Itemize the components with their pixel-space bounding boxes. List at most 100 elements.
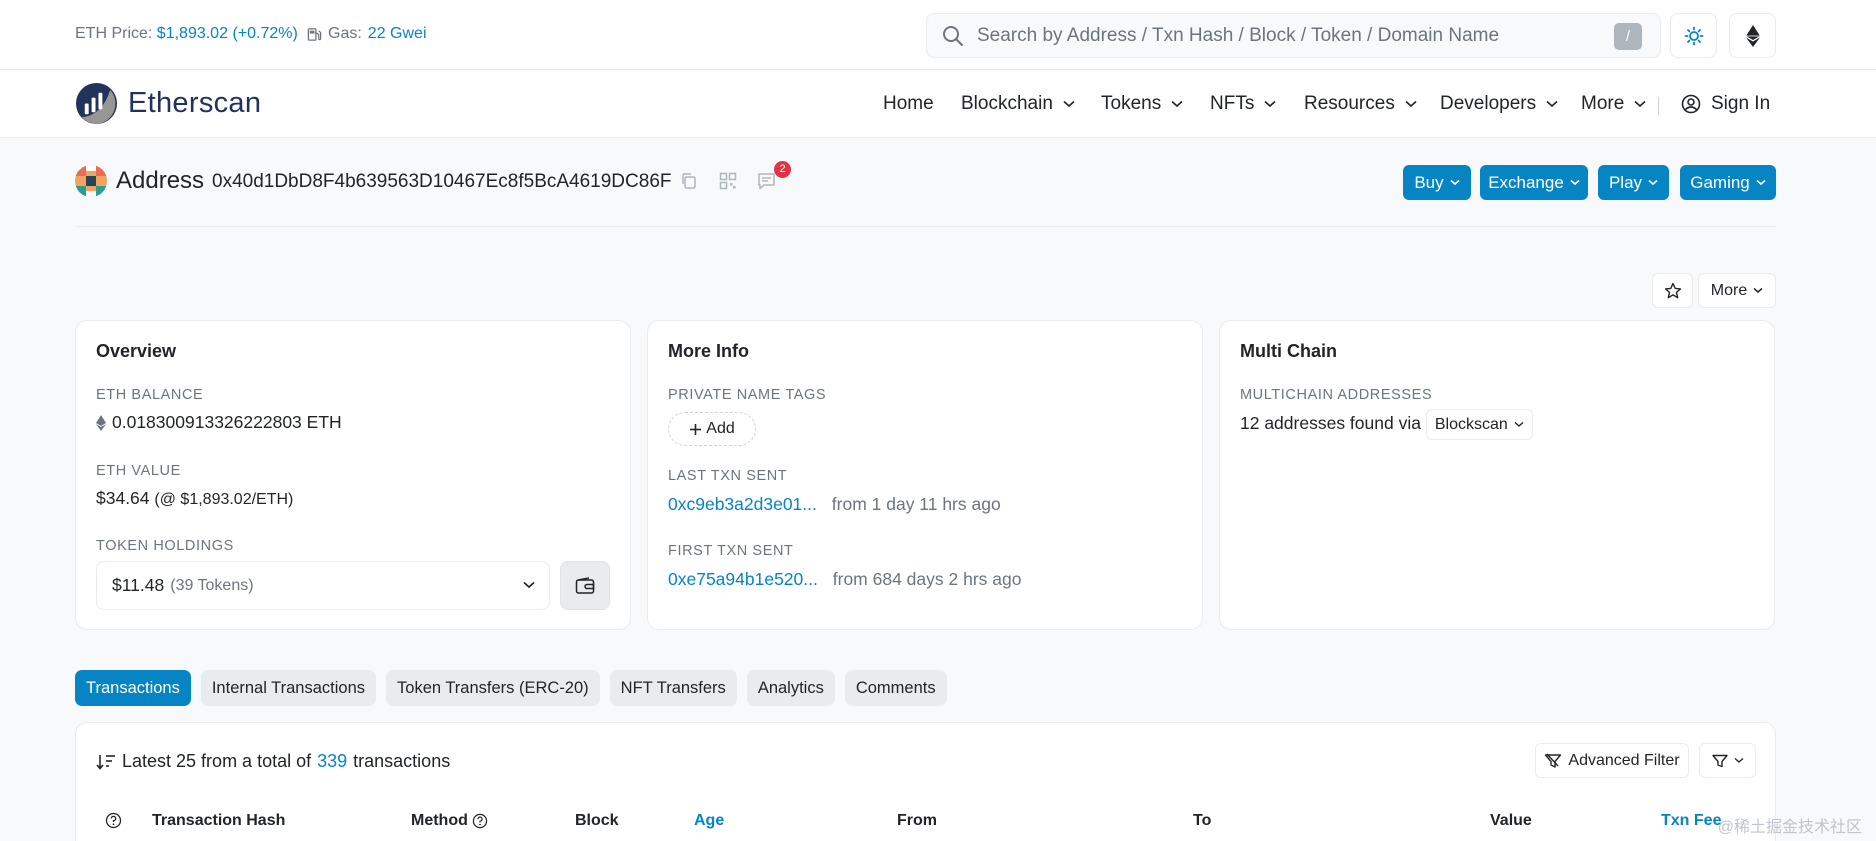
nav-nfts[interactable]: NFTs — [1210, 93, 1276, 115]
column-txn-fee-toggle[interactable]: Txn Fee — [1661, 812, 1721, 830]
search-input[interactable]: Search by Address / Txn Hash / Block / T… — [977, 25, 1499, 47]
header-divider — [75, 226, 1776, 227]
gas-pump-icon — [307, 27, 322, 41]
nav-tokens[interactable]: Tokens — [1101, 93, 1183, 115]
search-box[interactable]: Search by Address / Txn Hash / Block / T… — [926, 13, 1661, 58]
eth-price-value[interactable]: $1,893.02 — [157, 25, 228, 42]
buy-button[interactable]: Buy — [1403, 165, 1471, 200]
tab-analytics[interactable]: Analytics — [746, 670, 835, 706]
etherscan-logo[interactable]: Etherscan — [75, 82, 261, 125]
column-value: Value — [1490, 812, 1532, 829]
chevron-down-icon — [523, 581, 535, 589]
gas-label: Gas: — [328, 25, 362, 42]
theme-toggle-button[interactable] — [1670, 13, 1717, 58]
help-icon[interactable] — [105, 812, 122, 829]
advanced-filter-label: Advanced Filter — [1568, 751, 1680, 769]
sort-descending-icon — [96, 754, 115, 770]
tab-transactions[interactable]: Transactions — [75, 670, 191, 706]
sign-in-link[interactable]: Sign In — [1677, 93, 1770, 115]
transactions-summary: Latest 25 from a total of 339 transactio… — [96, 751, 450, 772]
nav-developers[interactable]: Developers — [1440, 93, 1558, 115]
address-avatar — [75, 165, 107, 197]
blockscan-dropdown[interactable]: Blockscan — [1425, 409, 1533, 440]
first-txn-sent: 0xe75a94b1e520... from 684 days 2 hrs ag… — [668, 569, 1021, 590]
exchange-label: Exchange — [1488, 172, 1564, 192]
eth-price-change: (+0.72%) — [232, 25, 298, 42]
token-holdings-dropdown[interactable]: $11.48 (39 Tokens) — [96, 561, 550, 610]
tab-nft-transfers[interactable]: NFT Transfers — [609, 670, 737, 706]
multichain-addresses-label: MULTICHAIN ADDRESSES — [1240, 387, 1433, 403]
overview-card: Overview ETH BALANCE 0.01830091332622280… — [75, 320, 631, 630]
eth-balance-value: 0.018300913326222803 ETH — [112, 412, 342, 432]
multichain-addresses: 12 addresses found via Blockscan — [1240, 409, 1533, 440]
address-header: Address 0x40d1DbD8F4b639563D10467Ec8f5Bc… — [75, 161, 1776, 201]
gaming-button[interactable]: Gaming — [1680, 165, 1776, 200]
last-txn-hash-link[interactable]: 0xc9eb3a2d3e01... — [668, 494, 817, 514]
address-tabs: Transactions Internal Transactions Token… — [75, 670, 947, 706]
network-switch-button[interactable] — [1729, 13, 1776, 58]
nav-blockchain[interactable]: Blockchain — [961, 93, 1075, 115]
last-txn-sent-label: LAST TXN SENT — [668, 468, 788, 484]
chevron-down-icon — [1514, 421, 1524, 427]
favorite-button[interactable] — [1652, 273, 1693, 308]
exchange-button[interactable]: Exchange — [1480, 165, 1588, 200]
copy-icon[interactable] — [680, 172, 698, 195]
eth-value-rate: (@ $1,893.02/ETH) — [154, 491, 294, 508]
first-txn-age: from 684 days 2 hrs ago — [832, 569, 1022, 589]
qr-code-icon[interactable] — [719, 172, 737, 195]
column-from: From — [897, 812, 937, 829]
user-circle-icon — [1681, 94, 1701, 114]
eth-balance: 0.018300913326222803 ETH — [96, 412, 342, 433]
column-method: Method — [411, 812, 488, 830]
eth-balance-label: ETH BALANCE — [96, 387, 204, 403]
info-icon[interactable] — [472, 813, 488, 829]
filter-dropdown-button[interactable] — [1699, 743, 1756, 778]
more-dropdown-label: More — [1710, 281, 1748, 299]
advanced-filter-button[interactable]: Advanced Filter — [1535, 743, 1689, 778]
column-to: To — [1193, 812, 1212, 829]
last-txn-age: from 1 day 11 hrs ago — [831, 494, 1001, 514]
tab-comments[interactable]: Comments — [844, 670, 947, 706]
multi-chain-heading: Multi Chain — [1240, 341, 1337, 361]
play-button[interactable]: Play — [1598, 165, 1669, 200]
chevron-down-icon — [1734, 757, 1743, 763]
overview-heading: Overview — [96, 341, 177, 361]
column-age-toggle[interactable]: Age — [694, 812, 724, 830]
more-info-card: More Info PRIVATE NAME TAGS Add LAST TXN… — [647, 320, 1203, 630]
plus-icon — [690, 423, 702, 435]
address-hash: 0x40d1DbD8F4b639563D10467Ec8f5BcA4619DC8… — [212, 171, 672, 192]
comment-icon[interactable] — [757, 172, 776, 195]
first-txn-hash-link[interactable]: 0xe75a94b1e520... — [668, 569, 818, 589]
star-icon — [1664, 282, 1681, 298]
nav-resources[interactable]: Resources — [1304, 93, 1417, 115]
wallet-button[interactable] — [560, 561, 610, 610]
summary-count-link[interactable]: 339 — [317, 751, 347, 772]
eth-value: $34.64 (@ $1,893.02/ETH) — [96, 488, 293, 509]
tab-internal-transactions[interactable]: Internal Transactions — [200, 670, 377, 706]
buy-label: Buy — [1414, 172, 1444, 192]
last-txn-sent: 0xc9eb3a2d3e01... from 1 day 11 hrs ago — [668, 494, 1001, 515]
eth-value-label: ETH VALUE — [96, 463, 181, 479]
nav-more-label: More — [1581, 93, 1625, 114]
nav-home-label: Home — [883, 93, 934, 114]
nav-more[interactable]: More — [1581, 93, 1646, 115]
eth-price-label: ETH Price: — [75, 25, 153, 42]
gas-value[interactable]: 22 Gwei — [368, 25, 427, 43]
chevron-down-icon — [1634, 100, 1646, 108]
chevron-down-icon — [1063, 100, 1075, 108]
chevron-down-icon — [1405, 100, 1417, 108]
chevron-down-icon — [1648, 179, 1658, 186]
add-name-tag-button[interactable]: Add — [668, 412, 756, 446]
main-navbar: Etherscan Home Blockchain Tokens NFTs Re… — [0, 71, 1876, 138]
chevron-down-icon — [1171, 100, 1183, 108]
more-dropdown-button[interactable]: More — [1698, 273, 1776, 308]
sign-in-label: Sign In — [1711, 93, 1771, 114]
tab-token-transfers[interactable]: Token Transfers (ERC-20) — [386, 670, 600, 706]
column-method-label: Method — [411, 812, 468, 829]
nav-home[interactable]: Home — [883, 93, 934, 115]
filter-icon — [1711, 754, 1728, 767]
chevron-down-icon — [1753, 287, 1763, 293]
nav-blockchain-label: Blockchain — [961, 93, 1053, 114]
filter-icon — [1545, 753, 1562, 768]
chevron-down-icon — [1756, 179, 1766, 186]
